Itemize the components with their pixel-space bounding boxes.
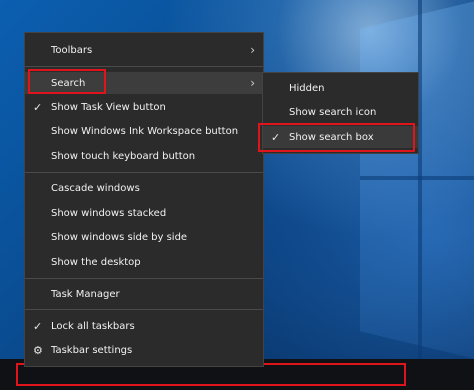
menu-item-label: Lock all taskbars — [51, 320, 135, 332]
logo-divider-horizontal — [360, 176, 474, 180]
menu-item-show-task-view[interactable]: ✓ Show Task View button — [25, 96, 263, 118]
menu-item-label: Show the desktop — [51, 256, 141, 268]
menu-separator — [25, 66, 263, 67]
chevron-right-icon: › — [250, 76, 255, 90]
menu-item-show-windows-side-by-side[interactable]: Show windows side by side — [25, 226, 263, 248]
search-item-highlight-box — [28, 69, 106, 94]
menu-item-label: Show Task View button — [51, 101, 166, 113]
checkmark-icon: ✓ — [33, 319, 43, 333]
menu-item-label: Cascade windows — [51, 182, 140, 194]
checkmark-icon: ✓ — [33, 100, 43, 114]
gear-icon: ⚙ — [33, 343, 43, 357]
menu-item-show-touch-keyboard[interactable]: Show touch keyboard button — [25, 145, 263, 167]
menu-item-label: Show touch keyboard button — [51, 150, 196, 162]
submenu-item-hidden[interactable]: Hidden — [263, 77, 418, 99]
menu-item-label: Show windows side by side — [51, 231, 188, 243]
menu-separator — [25, 278, 263, 279]
menu-item-show-desktop[interactable]: Show the desktop — [25, 251, 263, 273]
chevron-right-icon: › — [250, 43, 255, 57]
menu-item-label: Task Manager — [51, 288, 120, 300]
menu-item-label: Taskbar settings — [51, 344, 133, 356]
menu-item-label: Toolbars — [51, 44, 93, 56]
menu-separator — [25, 309, 263, 310]
menu-item-label: Show Windows Ink Workspace button — [51, 125, 239, 137]
submenu-item-show-search-icon[interactable]: Show search icon — [263, 101, 418, 123]
menu-separator — [25, 172, 263, 173]
menu-item-label: Show windows stacked — [51, 207, 167, 219]
menu-item-taskbar-settings[interactable]: ⚙ Taskbar settings — [25, 339, 263, 361]
submenu-item-label: Hidden — [289, 82, 325, 94]
menu-item-show-windows-stacked[interactable]: Show windows stacked — [25, 202, 263, 224]
show-search-box-highlight-box — [258, 123, 415, 152]
menu-item-cascade-windows[interactable]: Cascade windows — [25, 177, 263, 199]
menu-item-show-ink-workspace[interactable]: Show Windows Ink Workspace button — [25, 120, 263, 142]
logo-divider-vertical — [418, 0, 422, 360]
submenu-item-label: Show search icon — [289, 106, 377, 118]
menu-item-task-manager[interactable]: Task Manager — [25, 283, 263, 305]
menu-item-toolbars[interactable]: Toolbars › — [25, 39, 263, 61]
windows-logo-wallpaper — [360, 0, 474, 360]
menu-item-lock-all-taskbars[interactable]: ✓ Lock all taskbars — [25, 315, 263, 337]
